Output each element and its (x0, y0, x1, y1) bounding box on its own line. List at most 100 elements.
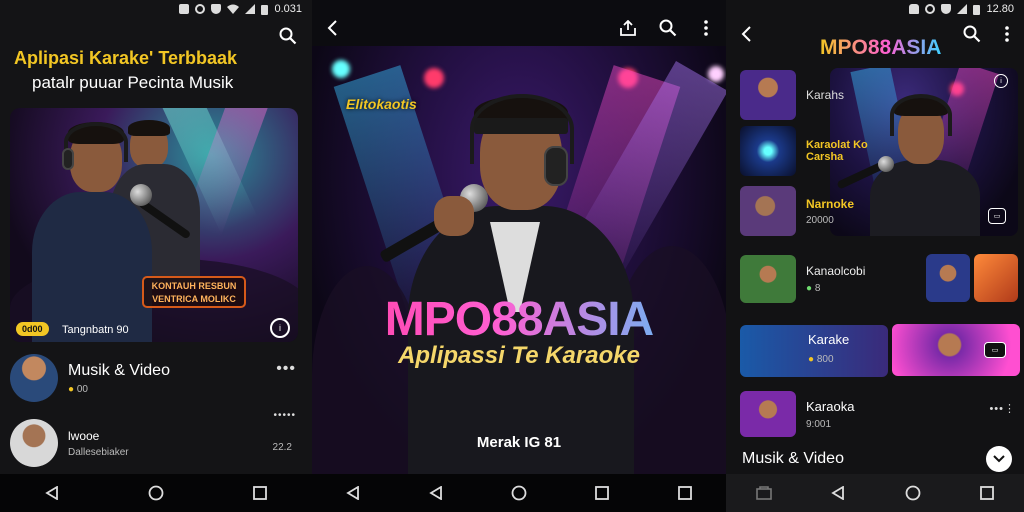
nav-back-icon[interactable] (831, 486, 845, 500)
hero-caption: Tangnbatn 90 (62, 324, 129, 336)
section-title: Musik & Video (742, 450, 844, 467)
list-item[interactable]: Kanaolcobi ● 8 (740, 254, 1020, 304)
item-thumbnail (926, 254, 970, 302)
more-vert-icon (704, 20, 708, 36)
front-singer (32, 192, 152, 342)
list-item[interactable]: Karaolat Ko Carsha (740, 126, 868, 176)
search-button[interactable] (278, 26, 298, 46)
cast-icon[interactable]: ▭ (984, 342, 1006, 358)
middle-phone-screen: Elitokaotis MPO88ASIA Aplipassi Te Karao… (312, 0, 726, 512)
left-phone-screen: 0.031 Aplipasi Karake' Terbbaak patalr p… (0, 0, 312, 512)
list-item[interactable]: Musik & Video ● 00 ••• (10, 352, 302, 404)
nav-back-icon[interactable] (44, 486, 59, 500)
item-thumbnail (740, 255, 796, 303)
nav-home-icon[interactable] (148, 485, 164, 501)
hero-badge: 0d00 (16, 322, 49, 336)
more-horiz-icon[interactable]: ••••• (273, 410, 296, 421)
brand-logo-text: MPO88ASIA (312, 292, 726, 347)
chevron-icon (993, 455, 1005, 463)
more-horiz-icon[interactable]: •••⋮ (989, 402, 1016, 415)
settings-status-icon (925, 4, 936, 14)
status-bar: 12.80 (909, 0, 1014, 18)
list-item-meta: 9:001 (806, 418, 832, 430)
nav-back-icon[interactable] (428, 486, 443, 500)
notification-icon (179, 4, 190, 14)
signal-icon (957, 4, 968, 14)
info-icon: i (279, 323, 281, 333)
coin-icon: ● (68, 383, 75, 395)
list-item[interactable]: Karahs (740, 70, 844, 120)
page-subheading: patalr puuar Pecinta Musik (32, 73, 234, 92)
item-thumbnail (740, 126, 796, 176)
nav-recents-icon[interactable] (595, 486, 610, 500)
list-item[interactable]: Karake ● 800 ▭ (740, 324, 1020, 378)
list-item-title: Karaolat Ko Carsha (806, 139, 868, 163)
nav-recents-icon[interactable] (677, 486, 692, 500)
coin-icon: ● (808, 354, 815, 365)
battery-icon (261, 4, 269, 15)
status-time: 0.031 (274, 3, 302, 15)
expand-button[interactable] (986, 446, 1012, 472)
search-button[interactable] (962, 24, 982, 44)
list-item-title: Musik & Video (68, 361, 170, 379)
nav-home-icon[interactable] (905, 485, 921, 501)
back-button[interactable] (736, 24, 756, 44)
item-thumbnail (740, 70, 796, 120)
search-icon (659, 19, 677, 37)
coin-icon: ● (806, 283, 813, 294)
list-item-meta: 20000 (806, 214, 834, 226)
back-button[interactable] (322, 18, 342, 38)
cast-icon[interactable]: ▭ (988, 208, 1006, 224)
avatar (10, 354, 58, 402)
nav-recents-icon[interactable] (980, 486, 995, 500)
hero-info-button[interactable]: i (270, 318, 290, 338)
nav-home-icon[interactable] (511, 485, 527, 501)
system-navbar (312, 474, 726, 512)
info-icon[interactable]: i (994, 74, 1008, 88)
stage-tag: Elitokaotis (346, 96, 417, 112)
headphone-cup (544, 146, 568, 186)
list-item-title: Karaoka (806, 398, 855, 414)
item-thumbnail (740, 186, 796, 236)
search-icon (279, 27, 297, 45)
list-item-meta: 800 (816, 354, 834, 365)
wifi-icon (227, 4, 240, 14)
list-item-title: Karahs (806, 88, 845, 102)
singer-hand (434, 196, 474, 236)
page-heading: Aplipasi Karake' Terbbaak (14, 48, 238, 68)
more-horiz-icon[interactable]: ••• (276, 360, 296, 378)
nav-recents-icon[interactable] (253, 486, 268, 500)
search-button[interactable] (658, 18, 678, 38)
shield-icon (941, 4, 952, 14)
nav-back-icon[interactable] (346, 486, 360, 500)
more-vert-icon (1005, 26, 1009, 42)
system-navbar (0, 474, 312, 512)
brand-logo-text: MPO88ASIA (820, 36, 942, 59)
battery-icon (973, 4, 981, 15)
list-item[interactable]: Karaoka 9:001 •••⋮ (740, 390, 1020, 438)
more-button[interactable] (1000, 24, 1014, 44)
hero-video-card[interactable]: KONTAUH RESBUN VENTRICA MOLIKC 0d00 Tang… (10, 108, 298, 342)
more-button[interactable] (698, 18, 714, 38)
brand-subtitle: Aplipassi Te Karaoke (398, 342, 640, 369)
signal-icon (245, 4, 256, 14)
avatar (10, 419, 58, 467)
back-icon (327, 20, 337, 36)
settings-status-icon (195, 4, 206, 14)
list-item-title: lwooe (68, 428, 100, 443)
share-button[interactable] (618, 18, 638, 38)
list-item-title: Kanaolcobi (806, 264, 866, 278)
list-item-title: Narnoke (806, 196, 855, 211)
stage-footer-text: Merak IG 81 (476, 434, 562, 451)
main-video-stage[interactable]: Elitokaotis MPO88ASIA Aplipassi Te Karao… (312, 46, 726, 474)
hero-overlay-sign: KONTAUH RESBUN VENTRICA MOLIKC (142, 276, 246, 308)
search-icon (963, 25, 981, 43)
app-launcher-icon[interactable] (755, 486, 772, 500)
back-icon (741, 26, 751, 42)
list-item-meta: 8 (814, 283, 821, 294)
item-thumbnail (974, 254, 1018, 302)
list-item[interactable]: lwooe Dallesebiaker ••••• 22.2 (10, 410, 302, 470)
status-bar: 0.031 (179, 0, 302, 18)
list-item[interactable]: Narnoke 20000 (740, 186, 854, 236)
item-thumbnail (740, 391, 796, 437)
